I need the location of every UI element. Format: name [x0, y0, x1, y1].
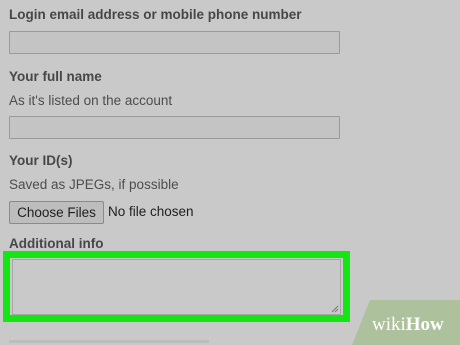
- login-email-input[interactable]: [9, 31, 340, 54]
- ids-label: Your ID(s): [9, 153, 73, 168]
- full-name-label: Your full name: [9, 69, 102, 84]
- watermark-suffix: How: [406, 314, 444, 335]
- login-field-label: Login email address or mobile phone numb…: [9, 7, 302, 22]
- wikihow-watermark: wikiHow: [352, 300, 460, 345]
- bottom-divider: [9, 340, 209, 343]
- watermark-prefix: wiki: [372, 314, 406, 335]
- full-name-input[interactable]: [9, 116, 340, 139]
- file-status-text: No file chosen: [108, 204, 194, 219]
- additional-info-textarea[interactable]: [12, 259, 341, 315]
- full-name-hint: As it's listed on the account: [9, 93, 173, 108]
- watermark-text: wikiHow: [372, 314, 444, 335]
- choose-files-button[interactable]: Choose Files: [9, 201, 104, 224]
- ids-hint: Saved as JPEGs, if possible: [9, 177, 179, 192]
- resize-handle-icon[interactable]: [331, 305, 339, 313]
- additional-info-label: Additional info: [9, 236, 104, 251]
